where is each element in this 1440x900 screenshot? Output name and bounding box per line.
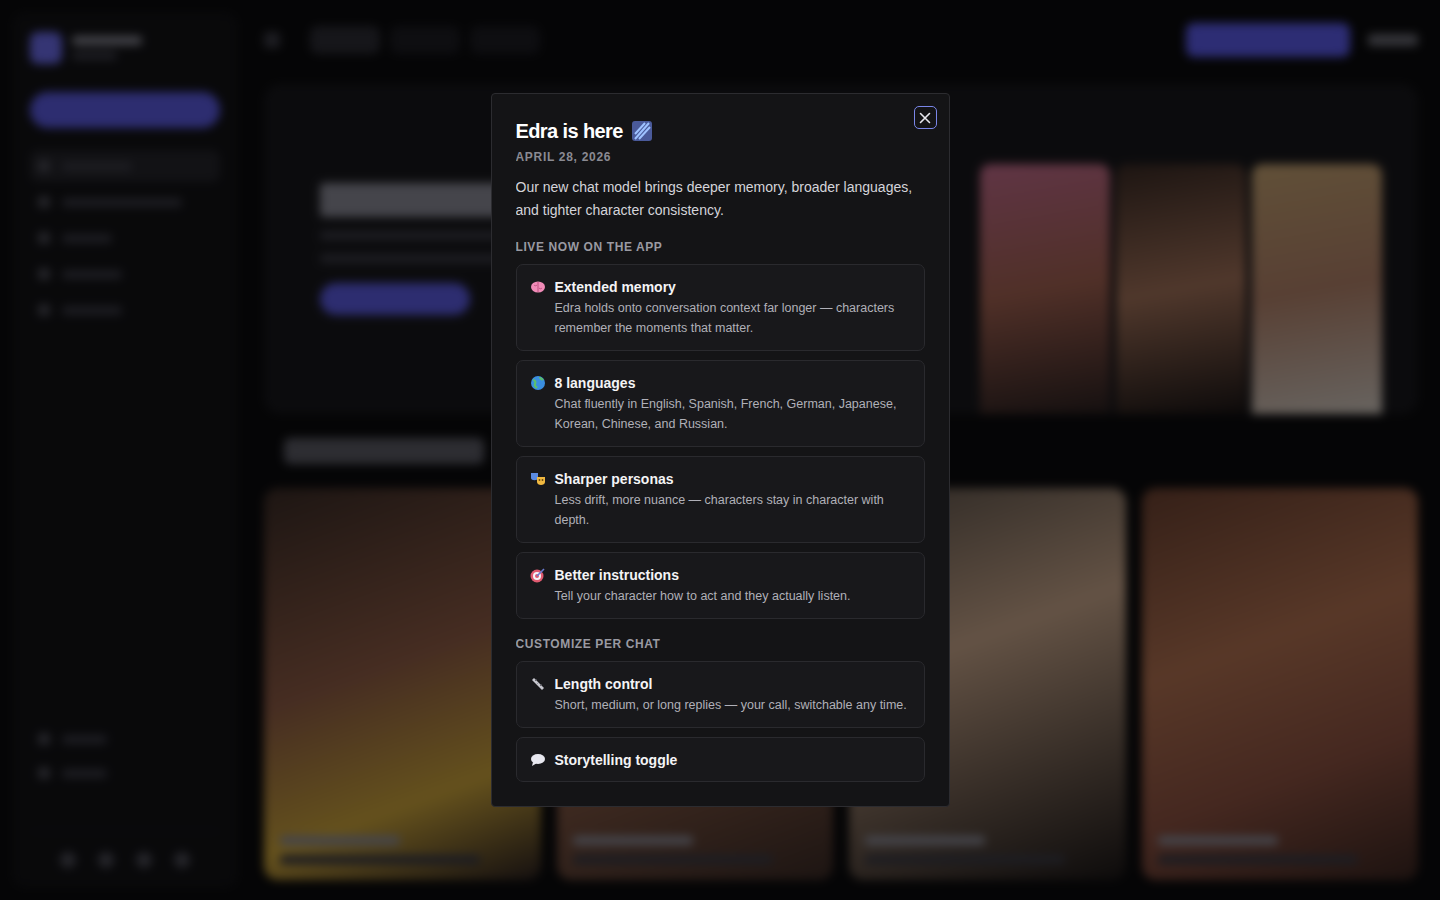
- feature-title: Length control: [555, 675, 907, 693]
- feature-card: Storytelling toggle: [516, 737, 925, 782]
- modal-header: Edra is here: [516, 118, 925, 144]
- modal-title: Edra is here: [516, 118, 623, 144]
- feature-section: LIVE NOW ON THE APP Extended memory Edra h…: [516, 240, 925, 619]
- modal-date: APRIL 28, 2026: [516, 150, 925, 164]
- feature-text: 8 languages Chat fluently in English, Spa…: [555, 374, 911, 434]
- feature-text: Sharper personas Less drift, more nuance …: [555, 470, 911, 530]
- feature-title: 8 languages: [555, 374, 911, 392]
- page: Edra is here APRIL 28, 2026 Our new chat m…: [0, 0, 1440, 900]
- globe-icon: [530, 375, 546, 391]
- feature-icon-wrap: [530, 752, 546, 768]
- theater-masks-icon: [530, 471, 546, 487]
- feature-section: CUSTOMIZE PER CHAT Length control Short, m…: [516, 637, 925, 782]
- modal-overlay[interactable]: Edra is here APRIL 28, 2026 Our new chat m…: [0, 0, 1440, 900]
- feature-description: Short, medium, or long replies — your ca…: [555, 695, 907, 715]
- section-heading: LIVE NOW ON THE APP: [516, 240, 925, 254]
- ruler-icon: [530, 676, 546, 692]
- feature-title: Extended memory: [555, 278, 911, 296]
- feature-description: Edra holds onto conversation context far…: [555, 298, 911, 338]
- feature-icon-wrap: [530, 676, 546, 692]
- feature-text: Better instructions Tell your character h…: [555, 566, 851, 606]
- feature-card: Better instructions Tell your character h…: [516, 552, 925, 619]
- feature-title: Storytelling toggle: [555, 751, 678, 769]
- feature-description: Less drift, more nuance — characters sta…: [555, 490, 911, 530]
- feature-card: Sharper personas Less drift, more nuance …: [516, 456, 925, 543]
- modal-content: Edra is here APRIL 28, 2026 Our new chat m…: [516, 118, 925, 782]
- speech-bubble-icon: [530, 752, 546, 768]
- feature-card: Length control Short, medium, or long rep…: [516, 661, 925, 728]
- section-heading: CUSTOMIZE PER CHAT: [516, 637, 925, 651]
- feature-text: Storytelling toggle: [555, 751, 678, 769]
- feature-text: Length control Short, medium, or long rep…: [555, 675, 907, 715]
- close-button[interactable]: [914, 106, 937, 129]
- modal-description: Our new chat model brings deeper memory,…: [516, 176, 925, 222]
- feature-title: Sharper personas: [555, 470, 911, 488]
- feather-stripes-icon: [631, 120, 653, 142]
- feature-icon-wrap: [530, 279, 546, 295]
- brain-icon: [530, 279, 546, 295]
- feature-card: 8 languages Chat fluently in English, Spa…: [516, 360, 925, 447]
- close-icon: [919, 112, 931, 124]
- target-icon: [530, 567, 546, 583]
- feature-description: Tell your character how to act and they …: [555, 586, 851, 606]
- feature-title: Better instructions: [555, 566, 851, 584]
- feature-description: Chat fluently in English, Spanish, Frenc…: [555, 394, 911, 434]
- feature-icon-wrap: [530, 375, 546, 391]
- feature-text: Extended memory Edra holds onto conversat…: [555, 278, 911, 338]
- whats-new-modal: Edra is here APRIL 28, 2026 Our new chat m…: [491, 93, 950, 807]
- feature-icon-wrap: [530, 567, 546, 583]
- feature-icon-wrap: [530, 471, 546, 487]
- feature-card: Extended memory Edra holds onto conversat…: [516, 264, 925, 351]
